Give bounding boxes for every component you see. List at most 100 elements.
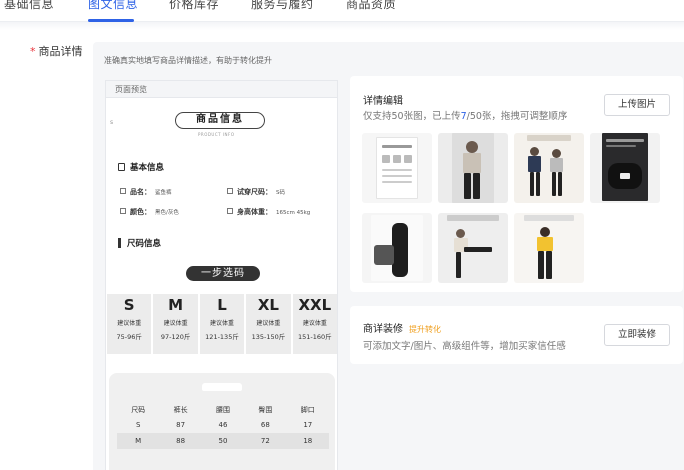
tab-image-text-info[interactable]: 图文信息 (88, 0, 138, 12)
table-cell: 18 (286, 433, 329, 449)
size-weight-label: 建议体重 (163, 320, 188, 327)
size-weight-label: 建议体重 (302, 320, 327, 327)
size-label: XL (257, 296, 279, 314)
info-item-label: 颜色： (130, 208, 151, 216)
column-header: 脚口 (300, 406, 315, 414)
checkbox-icon (120, 188, 126, 194)
product-detail-label-text: 商品详情 (38, 45, 83, 58)
required-mark: * (30, 45, 36, 58)
measurement-chart: 尺码 裤长 腰围 臀围 脚口 S 87 46 68 17 M 88 50 72 … (109, 373, 335, 470)
model-stretch-thumbnail[interactable] (438, 213, 508, 283)
size-weight-label: 建议体重 (117, 320, 142, 327)
size-cell-xxl: XXL 建议体重 151-160斤 (292, 294, 337, 354)
detail-edit-card: 详情编辑 仅支持50张图，已上传7/50张，拖拽可调整顺序 上传图片 (350, 76, 683, 292)
model-photo-thumbnail[interactable] (438, 133, 508, 203)
boost-conversion-tag: 提升转化 (409, 325, 441, 334)
preview-subtitle: PRODUCT INFO (198, 132, 235, 137)
size-label: XXL (298, 296, 332, 314)
size-weight-range: 135-150斤 (251, 333, 286, 341)
detail-hint: 准确真实地填写商品详情描述，有助于转化提升 (104, 56, 272, 65)
detail-decoration-card: 商详装修 提升转化 可添加文字/图片、高级组件等，增加买家信任感 立即装修 (350, 306, 683, 364)
size-label: L (217, 296, 227, 314)
tab-basic-info[interactable]: 基础信息 (4, 0, 54, 12)
size-weight-range: 97-120斤 (160, 333, 191, 341)
column-header: 臀围 (258, 406, 273, 414)
info-item-value: 黑色/灰色 (155, 210, 179, 216)
tab-price-stock[interactable]: 价格库存 (169, 0, 219, 12)
product-detail-label: * 商品详情 (30, 43, 83, 59)
tab-service-fulfillment[interactable]: 服务与履约 (251, 0, 314, 12)
size-label: S (123, 296, 135, 314)
column-header: 裤长 (173, 406, 188, 414)
info-item-name: 品名： 鲨鱼裤 (120, 187, 172, 197)
section-bar-icon (118, 238, 121, 248)
document-icon (118, 163, 125, 171)
page-preview[interactable]: 页面预览 s 商品信息 PRODUCT INFO 基本信息 品名： 鲨鱼裤 试穿尺… (105, 80, 338, 470)
upload-limit-suffix: /50张，拖拽可调整顺序 (466, 111, 568, 122)
size-cell-s: S 建议体重 75-96斤 (107, 294, 152, 354)
table-cell: 68 (260, 421, 270, 429)
decoration-title: 商详装修 (363, 324, 403, 335)
upload-limit-text: 仅支持50张图，已上传 (363, 111, 461, 122)
size-weight-range: 151-160斤 (297, 333, 332, 341)
preview-marker: s (110, 119, 114, 126)
tabs-divider (0, 22, 684, 30)
decoration-title-row: 商详装修 提升转化 (363, 320, 441, 335)
checkbox-icon (120, 208, 126, 214)
info-item-size: 试穿尺码： S码 (227, 187, 285, 197)
column-header: 腰围 (215, 406, 230, 414)
table-cell: S (135, 421, 141, 429)
table-row: S 87 46 68 17 (117, 417, 329, 433)
size-info-section: 尺码信息 (118, 237, 161, 249)
size-info-heading: 尺码信息 (127, 239, 162, 249)
size-cell-xl: XL 建议体重 135-150斤 (246, 294, 291, 354)
size-weight-range: 75-96斤 (116, 333, 142, 341)
info-item-label: 身高体重： (237, 208, 272, 216)
hanger-icon (202, 383, 242, 391)
upload-image-button[interactable]: 上传图片 (604, 94, 670, 116)
decoration-subtitle: 可添加文字/图片、高级组件等，增加买家信任感 (363, 341, 566, 352)
table-cell: 46 (218, 421, 228, 429)
table-cell: M (117, 433, 160, 449)
size-weight-label: 建议体重 (210, 320, 235, 327)
tab-bar: 基础信息 图文信息 价格库存 服务与履约 商品资质 (0, 0, 684, 22)
info-item-label: 品名： (130, 188, 151, 196)
model-yellow-top-thumbnail[interactable] (514, 213, 584, 283)
info-item-label: 试穿尺码： (237, 188, 272, 196)
info-item-color: 颜色： 黑色/灰色 (120, 207, 179, 217)
column-header: 尺码 (131, 406, 146, 414)
size-cell-l: L 建议体重 121-135斤 (199, 294, 245, 354)
size-label: M (168, 296, 184, 314)
leggings-closeup-thumbnail[interactable] (362, 213, 432, 283)
table-cell: 87 (176, 421, 186, 429)
tab-product-qualification[interactable]: 商品资质 (346, 0, 396, 12)
product-detail-dark-thumbnail[interactable] (590, 133, 660, 203)
table-cell: 72 (244, 433, 287, 449)
preview-header: 页面预览 (106, 81, 337, 98)
checkbox-icon (227, 188, 233, 194)
size-cell-m: M 建议体重 97-120斤 (153, 294, 198, 354)
one-step-size-pill: 一步选码 (186, 266, 260, 281)
info-item-value: S码 (276, 190, 285, 196)
info-item-value: 鲨鱼裤 (155, 190, 172, 196)
preview-title: 商品信息 (175, 112, 265, 129)
checkbox-icon (227, 208, 233, 214)
table-cell: 88 (159, 433, 202, 449)
basic-info-heading: 基本信息 (130, 163, 165, 173)
table-cell: 50 (201, 433, 245, 449)
basic-info-section: 基本信息 (118, 161, 164, 173)
detail-edit-subtitle: 仅支持50张图，已上传7/50张，拖拽可调整顺序 (363, 108, 567, 122)
product-spec-sheet-thumbnail[interactable] (362, 133, 432, 203)
detail-edit-title: 详情编辑 (363, 96, 403, 107)
size-recommendation-grid: S 建议体重 75-96斤 M 建议体重 97-120斤 L 建议体重 121-135斤 X… (107, 294, 337, 354)
model-group-thumbnail[interactable] (514, 133, 584, 203)
measurement-table: 尺码 裤长 腰围 臀围 脚口 S 87 46 68 17 M 88 50 72 … (117, 403, 329, 449)
info-item-value: 165cm 45kg (276, 210, 311, 216)
table-header-row: 尺码 裤长 腰围 臀围 脚口 (117, 403, 329, 417)
size-weight-label: 建议体重 (256, 320, 281, 327)
table-row: M 88 50 72 18 (117, 433, 329, 449)
table-cell: 17 (303, 421, 313, 429)
size-weight-range: 121-135斤 (205, 333, 239, 341)
decorate-now-button[interactable]: 立即装修 (604, 324, 670, 346)
info-item-height-weight: 身高体重： 165cm 45kg (227, 207, 310, 217)
